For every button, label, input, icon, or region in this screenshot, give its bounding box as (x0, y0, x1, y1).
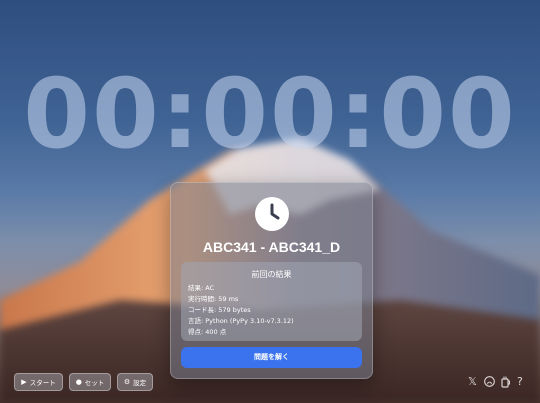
x-icon[interactable]: 𝕏 (468, 376, 477, 388)
result-code-length: コード長: 579 bytes (188, 306, 251, 314)
result-language: 言語: Python (PyPy 3.10-v7.3.12) (188, 317, 294, 325)
previous-result-title: 前回の結果 (251, 270, 292, 279)
clock-icon (255, 197, 289, 231)
previous-result-panel: 前回の結果 結果: AC 実行時間: 59 ms コード長: 579 bytes… (181, 262, 362, 341)
set-label: セット (84, 379, 105, 387)
result-runtime: 実行時間: 59 ms (188, 295, 239, 303)
help-icon[interactable]: ? (517, 376, 523, 388)
settings-label: 設定 (133, 379, 147, 387)
result-score: 得点: 400 点 (188, 328, 227, 336)
result-status: 結果: AC (188, 284, 215, 292)
clock-small-icon: ● (75, 378, 82, 386)
contest-card: ABC341 - ABC341_D 前回の結果 結果: AC 実行時間: 59 … (170, 182, 373, 379)
gear-icon: ⚙ (123, 378, 131, 386)
play-icon: ▶ (21, 378, 27, 386)
start-label: スタート (29, 379, 56, 387)
start-button[interactable]: ▶ スタート (14, 373, 63, 391)
coffee-icon[interactable] (500, 376, 511, 391)
github-icon[interactable] (484, 376, 495, 390)
contest-title: ABC341 - ABC341_D (202, 239, 341, 255)
settings-button[interactable]: ⚙ 設定 (117, 373, 153, 391)
set-button[interactable]: ● セット (69, 373, 111, 391)
solve-problem-button[interactable]: 問題を解く (181, 347, 362, 368)
timer-display: 00:00:00 (23, 58, 517, 170)
